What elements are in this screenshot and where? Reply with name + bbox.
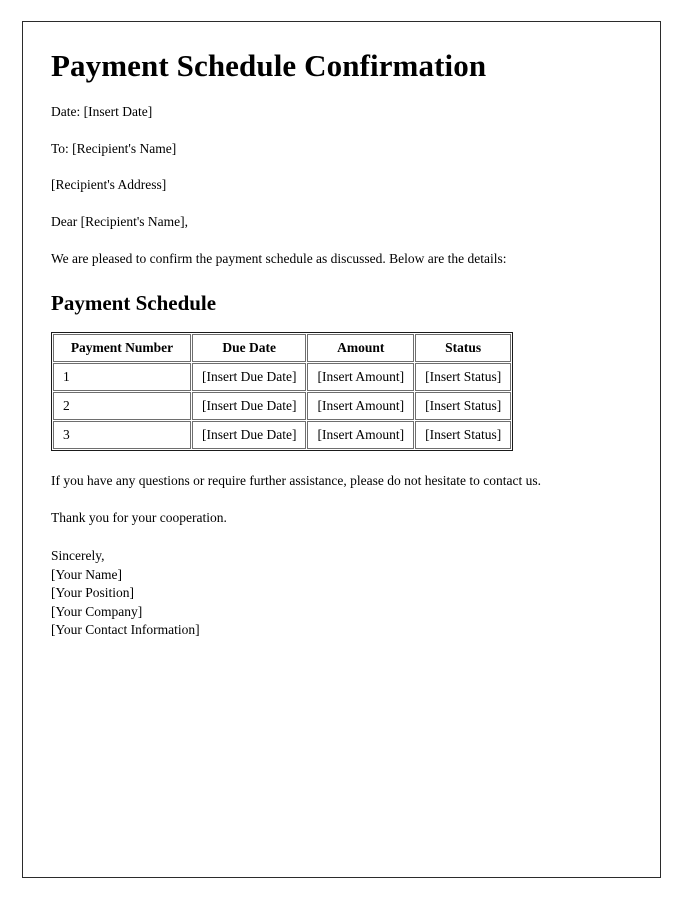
section-heading-payment-schedule: Payment Schedule [51,291,217,316]
cell-payment-number: 3 [53,421,191,450]
table-row: 2 [Insert Due Date] [Insert Amount] [Ins… [53,392,512,421]
cell-payment-number: 2 [53,392,191,421]
table-body: 1 [Insert Due Date] [Insert Amount] [Ins… [53,363,512,450]
signature-block: Sincerely, [Your Name] [Your Position] [… [51,547,632,640]
signature-position: [Your Position] [51,585,135,601]
cell-payment-number: 1 [53,363,191,392]
page-title: Payment Schedule Confirmation [51,48,487,83]
cell-due-date: [Insert Due Date] [192,421,307,450]
table-header: Payment Number Due Date Amount Status [53,334,512,363]
thanks-paragraph: Thank you for your cooperation. [51,510,227,526]
cell-status: [Insert Status] [415,363,512,392]
table-row: 1 [Insert Due Date] [Insert Amount] [Ins… [53,363,512,392]
table-row: 3 [Insert Due Date] [Insert Amount] [Ins… [53,421,512,450]
cell-status: [Insert Status] [415,392,512,421]
intro-paragraph: We are pleased to confirm the payment sc… [51,251,507,267]
cell-status: [Insert Status] [415,421,512,450]
payment-schedule-table: Payment Number Due Date Amount Status 1 … [51,332,514,452]
table-header-row: Payment Number Due Date Amount Status [53,334,512,363]
signature-name: [Your Name] [51,566,122,582]
signature-closing: Sincerely, [51,547,105,563]
column-header-due-date: Due Date [192,334,307,363]
date-line: Date: [Insert Date] [51,103,153,119]
column-header-payment-number: Payment Number [53,334,191,363]
closing-paragraph: If you have any questions or require fur… [51,473,541,489]
document-body: Payment Schedule Confirmation Date: [Ins… [23,22,660,640]
recipient-name-line: To: [Recipient's Name] [51,140,177,156]
signature-contact: [Your Contact Information] [51,622,200,638]
document-page: Payment Schedule Confirmation Date: [Ins… [22,21,661,878]
column-header-status: Status [415,334,512,363]
signature-company: [Your Company] [51,603,143,619]
cell-amount: [Insert Amount] [307,363,415,392]
column-header-amount: Amount [307,334,415,363]
cell-amount: [Insert Amount] [307,421,415,450]
cell-amount: [Insert Amount] [307,392,415,421]
recipient-address-line: [Recipient's Address] [51,177,167,193]
cell-due-date: [Insert Due Date] [192,363,307,392]
cell-due-date: [Insert Due Date] [192,392,307,421]
salutation-line: Dear [Recipient's Name], [51,214,188,230]
